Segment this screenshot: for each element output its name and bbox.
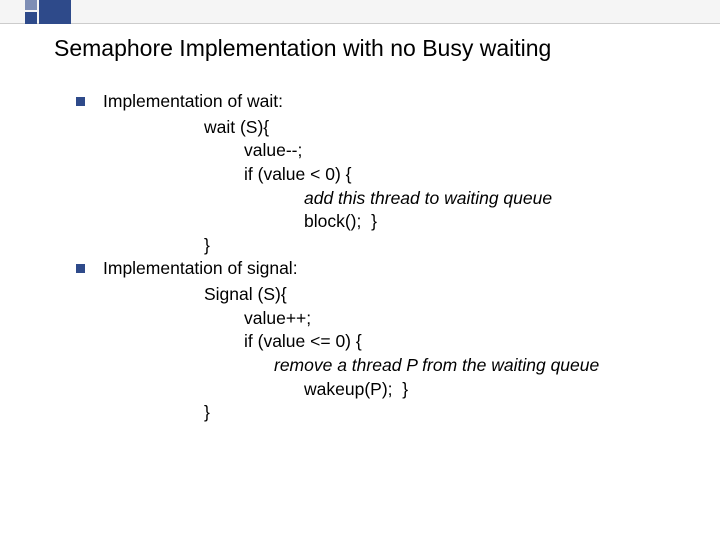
code-line: if (value < 0) { [76, 163, 599, 187]
bullet-item: Implementation of signal: [76, 257, 599, 281]
accent-square-bottom [25, 12, 37, 24]
bullet-icon [76, 264, 85, 273]
header-bar [0, 0, 720, 24]
slide-title: Semaphore Implementation with no Busy wa… [54, 35, 551, 62]
code-line: value++; [76, 307, 599, 331]
code-line: add this thread to waiting queue [76, 187, 599, 211]
code-line: block(); } [76, 210, 599, 234]
accent-square-large [39, 0, 71, 24]
code-line: wakeup(P); } [76, 378, 599, 402]
code-line: if (value <= 0) { [76, 330, 599, 354]
code-line: wait (S){ [76, 116, 599, 140]
code-line: value--; [76, 139, 599, 163]
bullet-label: Implementation of signal: [103, 257, 298, 281]
bullet-label: Implementation of wait: [103, 90, 283, 114]
bullet-item: Implementation of wait: [76, 90, 599, 114]
code-line: remove a thread P from the waiting queue [76, 354, 599, 378]
code-line: } [76, 234, 599, 258]
slide-body: Implementation of wait: wait (S){ value-… [76, 90, 599, 425]
code-line: } [76, 401, 599, 425]
slide: Semaphore Implementation with no Busy wa… [0, 0, 720, 540]
bullet-icon [76, 97, 85, 106]
code-line: Signal (S){ [76, 283, 599, 307]
accent-square-small [25, 0, 37, 10]
